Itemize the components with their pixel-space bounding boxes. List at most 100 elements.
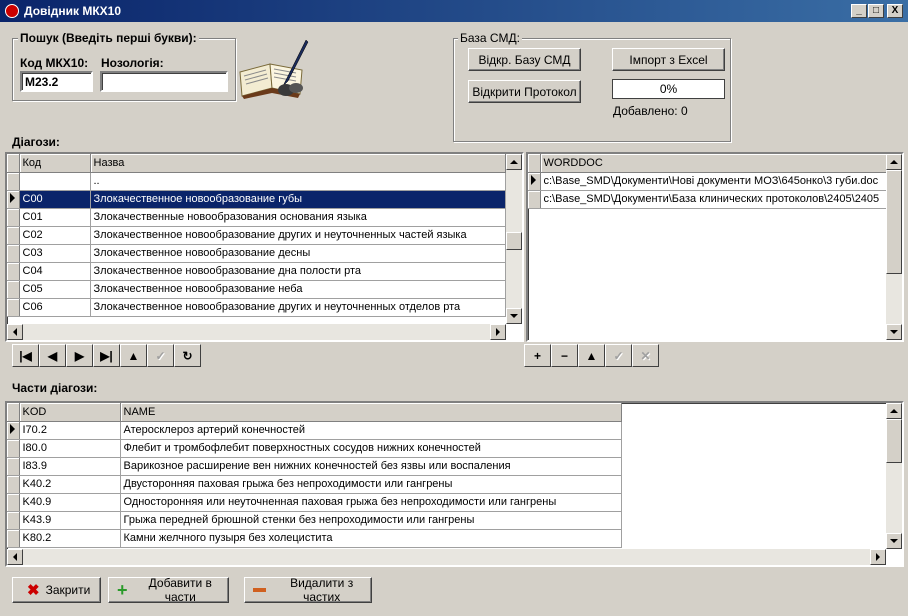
nav-refresh-icon[interactable]: ↻ xyxy=(174,344,201,367)
scroll-left-button[interactable] xyxy=(7,549,23,565)
parts-vscrollbar[interactable] xyxy=(886,403,902,549)
nav-edit-icon[interactable]: ▲ xyxy=(578,344,605,367)
nav-next-icon[interactable]: ▶ xyxy=(66,344,93,367)
cell[interactable]: I83.9 xyxy=(19,457,121,476)
scroll-up-button[interactable] xyxy=(506,154,522,170)
row-indicator xyxy=(7,172,20,191)
scroll-right-button[interactable] xyxy=(490,324,506,340)
cell[interactable]: C01 xyxy=(19,208,91,227)
cell[interactable]: c:\Base_SMD\Документи\Нові документи МОЗ… xyxy=(540,172,887,191)
cell[interactable]: Злокачественное новообразование дна поло… xyxy=(90,262,506,281)
cell[interactable]: Атеросклероз артерий конечностей xyxy=(120,421,622,440)
cell[interactable]: C03 xyxy=(19,244,91,263)
cell[interactable]: C06 xyxy=(19,298,91,317)
cell[interactable]: K80.2 xyxy=(19,529,121,548)
diagnoses-hscrollbar[interactable] xyxy=(7,324,506,340)
scroll-up-button[interactable] xyxy=(886,154,902,170)
cell[interactable]: Флебит и тромбофлебит поверхностных сосу… xyxy=(120,439,622,458)
scroll-right-button[interactable] xyxy=(870,549,886,565)
cell[interactable]: .. xyxy=(90,172,506,191)
close-window-button[interactable]: X xyxy=(887,4,903,18)
open-smd-button[interactable]: Відкр. Базу СМД xyxy=(468,48,581,71)
cell[interactable]: Злокачественное новообразование десны xyxy=(90,244,506,263)
cell[interactable]: C05 xyxy=(19,280,91,299)
diagnosis-row[interactable]: C01 Злокачественные новообразования основ… xyxy=(7,208,506,227)
diagnosis-row[interactable]: C06 Злокачественное новообразование други… xyxy=(7,298,506,317)
diagnosis-row[interactable]: C04 Злокачественное новообразование дна п… xyxy=(7,262,506,281)
cell[interactable]: Злокачественное новообразование других и… xyxy=(90,298,506,317)
diagnosis-row[interactable]: C00 Злокачественное новообразование губы xyxy=(7,190,506,209)
column-header-worddoc[interactable]: WORDDOC xyxy=(540,154,887,173)
cell[interactable]: Злокачественное новообразование неба xyxy=(90,280,506,299)
cell[interactable]: Односторонняя или неуточненная паховая г… xyxy=(120,493,622,512)
scroll-up-button[interactable] xyxy=(886,403,902,419)
scroll-thumb[interactable] xyxy=(886,419,902,463)
cell[interactable]: Злокачественные новообразования основани… xyxy=(90,208,506,227)
minimize-button[interactable]: _ xyxy=(851,4,867,18)
scroll-down-button[interactable] xyxy=(506,308,522,324)
worddoc-grid[interactable]: WORDDOC c:\Base_SMD\Документи\Нові докум… xyxy=(526,152,904,342)
cell[interactable]: Грыжа передней брюшной стенки без непрох… xyxy=(120,511,622,530)
cell[interactable]: I80.0 xyxy=(19,439,121,458)
cell[interactable]: C02 xyxy=(19,226,91,245)
worddoc-row[interactable]: c:\Base_SMD\Документи\База клинических п… xyxy=(528,190,887,209)
scroll-left-button[interactable] xyxy=(7,324,23,340)
cell[interactable]: Злокачественное новообразование других и… xyxy=(90,226,506,245)
nosology-input[interactable] xyxy=(100,71,228,92)
cell[interactable]: K40.2 xyxy=(19,475,121,494)
scroll-down-button[interactable] xyxy=(886,533,902,549)
nav-edit-icon[interactable]: ▲ xyxy=(120,344,147,367)
parts-grid[interactable]: KOD NAME I70.2 Атеросклероз артерий конеч… xyxy=(5,401,904,567)
cell[interactable]: K43.9 xyxy=(19,511,121,530)
diagnosis-row[interactable]: C02 Злокачественное новообразование други… xyxy=(7,226,506,245)
column-header-name[interactable]: NAME xyxy=(120,403,622,422)
nav-last-icon[interactable]: ▶| xyxy=(93,344,120,367)
scroll-thumb[interactable] xyxy=(886,170,902,274)
cell[interactable]: C00 xyxy=(19,190,91,209)
cell[interactable]: Камни желчного пузыря без холецистита xyxy=(120,529,622,548)
add-to-parts-button[interactable]: + Добавити в части xyxy=(108,576,229,604)
cell[interactable] xyxy=(19,172,91,191)
diagnosis-row[interactable]: C05 Злокачественное новообразование неба xyxy=(7,280,506,299)
nav-delete-icon[interactable]: − xyxy=(551,344,578,367)
part-row[interactable]: I83.9 Варикозное расширение вен нижних ко… xyxy=(7,457,622,476)
part-row[interactable]: K40.2 Двусторонняя паховая грыжа без непр… xyxy=(7,475,622,494)
parts-hscrollbar[interactable] xyxy=(7,549,886,565)
diagnoses-vscrollbar[interactable] xyxy=(506,154,522,324)
diagnosis-row[interactable]: .. xyxy=(7,172,506,191)
nav-post-icon[interactable]: ✓ xyxy=(605,344,632,367)
column-header-code[interactable]: Код xyxy=(19,154,91,173)
cell[interactable]: Злокачественное новообразование губы xyxy=(90,190,506,209)
code-input[interactable]: M23.2 xyxy=(20,71,93,92)
part-row[interactable]: K80.2 Камни желчного пузыря без холецисти… xyxy=(7,529,622,548)
nav-first-icon[interactable]: |◀ xyxy=(12,344,39,367)
column-header-name[interactable]: Назва xyxy=(90,154,506,173)
column-header-kod[interactable]: KOD xyxy=(19,403,121,422)
diagnosis-row[interactable]: C03 Злокачественное новообразование десны xyxy=(7,244,506,263)
nav-insert-icon[interactable]: + xyxy=(524,344,551,367)
cell[interactable]: K40.9 xyxy=(19,493,121,512)
cell[interactable]: c:\Base_SMD\Документи\База клинических п… xyxy=(540,190,887,209)
part-row[interactable]: I70.2 Атеросклероз артерий конечностей xyxy=(7,421,622,440)
diagnoses-grid[interactable]: Код Назва .. C00 Злокачественное новообраз… xyxy=(5,152,524,342)
worddoc-row[interactable]: c:\Base_SMD\Документи\Нові документи МОЗ… xyxy=(528,172,887,191)
part-row[interactable]: I80.0 Флебит и тромбофлебит поверхностных… xyxy=(7,439,622,458)
part-row[interactable]: K43.9 Грыжа передней брюшной стенки без н… xyxy=(7,511,622,530)
cell[interactable]: Варикозное расширение вен нижних конечно… xyxy=(120,457,622,476)
close-button[interactable]: ✖ Закрити xyxy=(12,577,101,603)
nav-post-icon[interactable]: ✓ xyxy=(147,344,174,367)
smd-group-label: База СМД: xyxy=(458,31,522,45)
nav-cancel-icon[interactable]: ✕ xyxy=(632,344,659,367)
cell[interactable]: I70.2 xyxy=(19,421,121,440)
part-row[interactable]: K40.9 Односторонняя или неуточненная пахо… xyxy=(7,493,622,512)
cell[interactable]: C04 xyxy=(19,262,91,281)
scroll-thumb[interactable] xyxy=(506,232,522,250)
remove-from-parts-button[interactable]: Видалити з частих xyxy=(244,576,372,604)
import-excel-button[interactable]: Імпорт з Excel xyxy=(612,48,725,71)
open-protocol-button[interactable]: Відкрити Протокол xyxy=(468,80,581,103)
cell[interactable]: Двусторонняя паховая грыжа без непроходи… xyxy=(120,475,622,494)
maximize-button[interactable]: □ xyxy=(868,4,884,18)
scroll-down-button[interactable] xyxy=(886,324,902,340)
nav-prior-icon[interactable]: ◀ xyxy=(39,344,66,367)
worddoc-vscrollbar[interactable] xyxy=(886,154,902,340)
